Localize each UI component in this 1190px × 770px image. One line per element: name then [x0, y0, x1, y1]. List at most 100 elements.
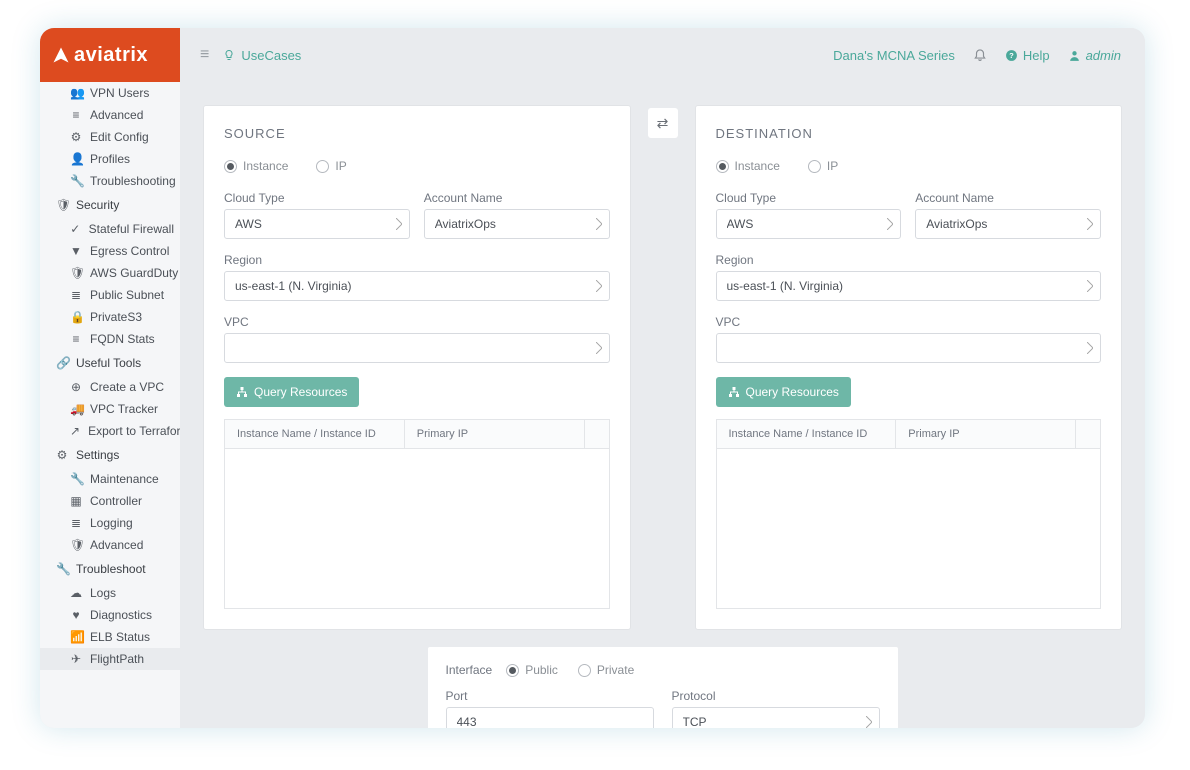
- source-radio-instance[interactable]: Instance: [224, 159, 288, 173]
- source-title: SOURCE: [224, 126, 610, 141]
- sidebar-item-stateful-firewall[interactable]: ✓ Stateful Firewall: [40, 218, 180, 240]
- destination-radio-instance[interactable]: Instance: [716, 159, 780, 173]
- sidebar-item-public-subnet[interactable]: ≣ Public Subnet: [40, 284, 180, 306]
- destination-col-ip: Primary IP: [896, 420, 1076, 448]
- interface-radio-private[interactable]: Private: [578, 663, 634, 677]
- source-vpc-select[interactable]: [224, 333, 610, 363]
- sidebar-item-advanced[interactable]: 🛡Advanced: [40, 534, 180, 556]
- sidebar-item-egress-control[interactable]: ▼Egress Control: [40, 240, 180, 262]
- sidebar-item-logs[interactable]: ☁Logs: [40, 582, 180, 604]
- sidebar: 👥VPN Users≡Advanced⚙Edit Config👤Profiles…: [40, 82, 180, 728]
- source-cloud-select[interactable]: [224, 209, 410, 239]
- destination-query-button[interactable]: Query Resources: [716, 377, 851, 407]
- lock-icon: 🔒: [70, 310, 82, 324]
- sidebar-item-troubleshooting[interactable]: 🔧Troubleshooting: [40, 170, 180, 192]
- sidebar-item-elb-status[interactable]: 📶 ELB Status: [40, 626, 180, 648]
- sidebar-item-edit-config[interactable]: ⚙Edit Config: [40, 126, 180, 148]
- destination-vpc-label: VPC: [716, 315, 1102, 329]
- sliders-icon: ≡: [70, 108, 82, 122]
- interface-radio-public[interactable]: Public: [506, 663, 558, 677]
- sidebar-item-label: Logs: [90, 586, 116, 600]
- sidebar-item-label: Stateful Firewall: [89, 222, 174, 236]
- sidebar-item-label: Logging: [90, 516, 133, 530]
- sidebar-item-diagnostics[interactable]: ♥ Diagnostics: [40, 604, 180, 626]
- series-link[interactable]: Dana's MCNA Series: [833, 48, 955, 63]
- radio-icon: [808, 160, 821, 173]
- sidebar-item-create-a-vpc[interactable]: ⊕Create a VPC: [40, 376, 180, 398]
- sidebar-item-aws-guardduty[interactable]: 🛡AWS GuardDuty: [40, 262, 180, 284]
- svg-text:?: ?: [1009, 51, 1014, 60]
- protocol-label: Protocol: [672, 689, 880, 703]
- sidebar-item-advanced[interactable]: ≡Advanced: [40, 104, 180, 126]
- source-account-select[interactable]: [424, 209, 610, 239]
- plane-icon: ✈: [70, 652, 82, 666]
- sidebar-item-profiles[interactable]: 👤Profiles: [40, 148, 180, 170]
- sidebar-item-vpn-users[interactable]: 👥VPN Users: [40, 82, 180, 104]
- source-region-label: Region: [224, 253, 610, 267]
- port-label: Port: [446, 689, 654, 703]
- sidebar-item-label: Troubleshooting: [90, 174, 176, 188]
- swap-button[interactable]: ⇄: [648, 108, 678, 138]
- signal-icon: 📶: [70, 630, 82, 644]
- bars-icon: ≡: [70, 332, 82, 346]
- sidebar-item-fqdn-stats[interactable]: ≡FQDN Stats: [40, 328, 180, 350]
- radio-icon: [316, 160, 329, 173]
- bell-icon[interactable]: [973, 47, 987, 64]
- destination-cloud-label: Cloud Type: [716, 191, 902, 205]
- sidebar-item-label: Profiles: [90, 152, 130, 166]
- sidebar-item-label: ELB Status: [90, 630, 150, 644]
- admin-link[interactable]: admin: [1068, 48, 1121, 63]
- sidebar-header-settings[interactable]: ⚙Settings: [40, 442, 180, 468]
- lightbulb-icon: [223, 48, 235, 62]
- sidebar-item-privates3[interactable]: 🔒PrivateS3: [40, 306, 180, 328]
- radio-icon: [716, 160, 729, 173]
- destination-table: Instance Name / Instance ID Primary IP: [716, 419, 1102, 609]
- sidebar-item-label: AWS GuardDuty: [90, 266, 178, 280]
- server-icon: ▦: [70, 494, 82, 508]
- protocol-select[interactable]: [672, 707, 880, 728]
- port-input[interactable]: [446, 707, 654, 728]
- sidebar-header-tools[interactable]: 🔗Useful Tools: [40, 350, 180, 376]
- filter-icon: ▼: [70, 244, 82, 258]
- users-icon: 👥: [70, 86, 82, 100]
- destination-col-instance: Instance Name / Instance ID: [717, 420, 897, 448]
- brand-text: aviatrix: [74, 44, 148, 67]
- sidebar-item-logging[interactable]: ≣Logging: [40, 512, 180, 534]
- menu-icon[interactable]: ≡: [200, 46, 209, 64]
- sidebar-item-export-to-terraform[interactable]: ↗Export to Terraform: [40, 420, 180, 442]
- source-col-ip: Primary IP: [405, 420, 585, 448]
- destination-title: DESTINATION: [716, 126, 1102, 141]
- sidebar-item-controller[interactable]: ▦Controller: [40, 490, 180, 512]
- destination-account-select[interactable]: [915, 209, 1101, 239]
- destination-region-select[interactable]: [716, 271, 1102, 301]
- brand-logo[interactable]: aviatrix: [40, 28, 180, 82]
- sidebar-item-label: Public Subnet: [90, 288, 164, 302]
- radio-icon: [224, 160, 237, 173]
- source-table: Instance Name / Instance ID Primary IP: [224, 419, 610, 609]
- sidebar-item-label: Advanced: [90, 538, 143, 552]
- source-region-select[interactable]: [224, 271, 610, 301]
- source-col-instance: Instance Name / Instance ID: [225, 420, 405, 448]
- sidebar-item-label: Diagnostics: [90, 608, 152, 622]
- check-icon: ✓: [70, 222, 81, 236]
- sidebar-header-troubleshoot[interactable]: 🔧Troubleshoot: [40, 556, 180, 582]
- interface-label: Interface: [446, 663, 493, 677]
- source-query-button[interactable]: Query Resources: [224, 377, 359, 407]
- layers-icon: ≣: [70, 288, 82, 302]
- sidebar-header-security[interactable]: 🛡Security: [40, 192, 180, 218]
- help-icon: ?: [1005, 49, 1018, 62]
- destination-vpc-select[interactable]: [716, 333, 1102, 363]
- heart-icon: ♥: [70, 608, 82, 622]
- sidebar-item-flightpath[interactable]: ✈FlightPath: [40, 648, 180, 670]
- usecases-link[interactable]: UseCases: [223, 48, 301, 63]
- help-link[interactable]: ? Help: [1005, 48, 1050, 63]
- sidebar-item-maintenance[interactable]: 🔧Maintenance: [40, 468, 180, 490]
- sidebar-item-vpc-tracker[interactable]: 🚚VPC Tracker: [40, 398, 180, 420]
- source-radio-ip[interactable]: IP: [316, 159, 346, 173]
- wrench-icon: 🔧: [70, 472, 82, 486]
- truck-icon: 🚚: [70, 402, 82, 416]
- destination-radio-ip[interactable]: IP: [808, 159, 838, 173]
- sidebar-item-label: Create a VPC: [90, 380, 164, 394]
- destination-cloud-select[interactable]: [716, 209, 902, 239]
- source-vpc-label: VPC: [224, 315, 610, 329]
